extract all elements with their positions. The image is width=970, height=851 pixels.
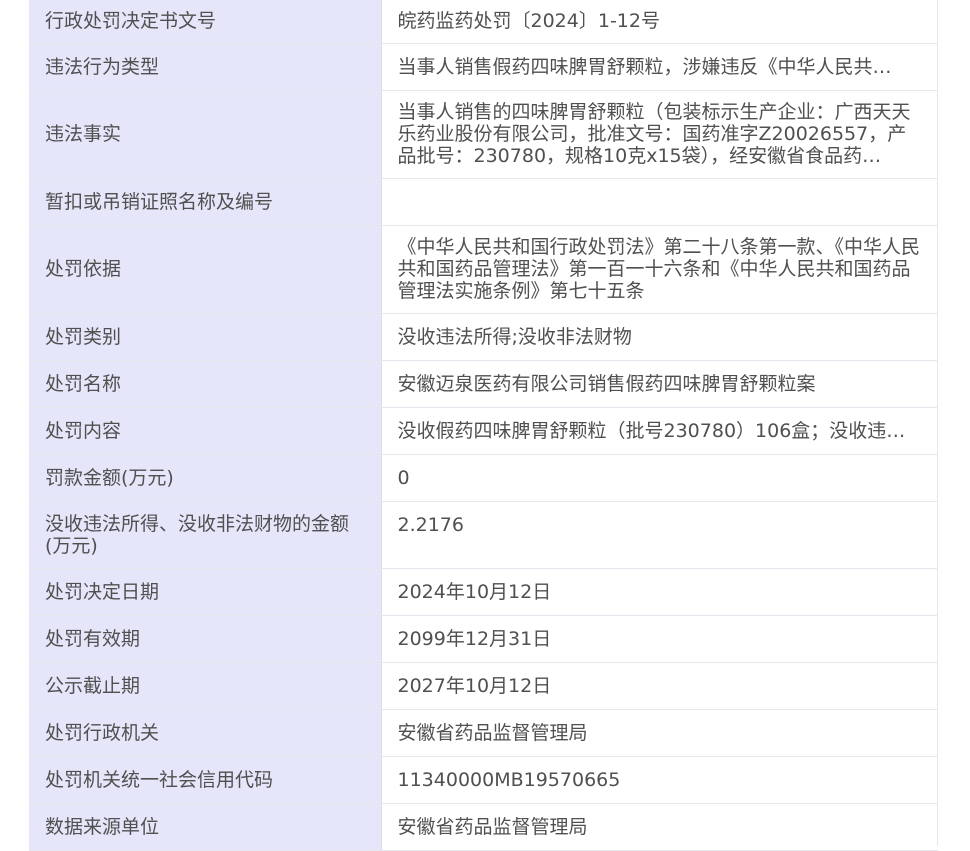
field-label: 罚款金额(万元) — [29, 454, 382, 502]
penalty-detail-table-wrapper: 行政处罚决定书文号 皖药监药处罚〔2024〕1-12号 违法行为类型 当事人销售… — [29, 0, 938, 851]
field-value: 0 — [381, 454, 938, 502]
field-label: 处罚决定日期 — [29, 568, 382, 616]
table-row: 违法行为类型 当事人销售假药四味脾胃舒颗粒，涉嫌违反《中华人民共… — [29, 43, 938, 91]
table-row: 没收违法所得、没收非法财物的金额(万元) 2.2176 — [29, 501, 938, 569]
field-value: 当事人销售假药四味脾胃舒颗粒，涉嫌违反《中华人民共… — [381, 43, 938, 91]
table-row: 数据来源单位 安徽省药品监督管理局 — [29, 803, 938, 851]
field-value: 2024年10月12日 — [381, 568, 938, 616]
table-right-border — [937, 0, 938, 846]
field-label: 行政处罚决定书文号 — [29, 0, 382, 44]
field-value: 安徽省药品监督管理局 — [381, 709, 938, 757]
field-label: 处罚类别 — [29, 313, 382, 361]
field-label: 违法事实 — [29, 90, 382, 179]
field-value: 安徽省药品监督管理局 — [381, 803, 938, 851]
penalty-detail-table: 行政处罚决定书文号 皖药监药处罚〔2024〕1-12号 违法行为类型 当事人销售… — [29, 0, 938, 851]
field-label: 处罚有效期 — [29, 615, 382, 663]
field-label: 处罚机关统一社会信用代码 — [29, 756, 382, 804]
table-row: 公示截止期 2027年10月12日 — [29, 662, 938, 710]
field-value: 没收假药四味脾胃舒颗粒（批号230780）106盒；没收违… — [381, 407, 938, 455]
field-value: 《中华人民共和国行政处罚法》第二十八条第一款、《中华人民共和国药品管理法》第一百… — [381, 225, 938, 314]
field-value: 2099年12月31日 — [381, 615, 938, 663]
table-row: 行政处罚决定书文号 皖药监药处罚〔2024〕1-12号 — [29, 0, 938, 44]
field-value: 皖药监药处罚〔2024〕1-12号 — [381, 0, 938, 44]
table-row: 暂扣或吊销证照名称及编号 — [29, 178, 938, 226]
field-label: 处罚行政机关 — [29, 709, 382, 757]
table-row: 处罚依据 《中华人民共和国行政处罚法》第二十八条第一款、《中华人民共和国药品管理… — [29, 225, 938, 314]
field-value-text: 当事人销售的四味脾胃舒颗粒（包装标示生产企业：广西天天乐药业股份有限公司，批准文… — [397, 101, 911, 167]
field-label: 数据来源单位 — [29, 803, 382, 851]
field-label: 公示截止期 — [29, 662, 382, 710]
field-label: 处罚内容 — [29, 407, 382, 455]
table-row: 罚款金额(万元) 0 — [29, 454, 938, 502]
field-value: 2.2176 — [381, 501, 938, 569]
field-label: 处罚依据 — [29, 225, 382, 314]
field-label: 处罚名称 — [29, 360, 382, 408]
field-label: 暂扣或吊销证照名称及编号 — [29, 178, 382, 226]
table-row: 处罚决定日期 2024年10月12日 — [29, 568, 938, 616]
table-row: 处罚名称 安徽迈泉医药有限公司销售假药四味脾胃舒颗粒案 — [29, 360, 938, 408]
table-row: 处罚行政机关 安徽省药品监督管理局 — [29, 709, 938, 757]
field-value: 当事人销售的四味脾胃舒颗粒（包装标示生产企业：广西天天乐药业股份有限公司，批准文… — [381, 90, 938, 179]
field-label: 没收违法所得、没收非法财物的金额(万元) — [29, 501, 382, 569]
field-value-text: 当事人销售假药四味脾胃舒颗粒，涉嫌违反《中华人民共… — [397, 55, 892, 78]
field-value: 安徽迈泉医药有限公司销售假药四味脾胃舒颗粒案 — [381, 360, 938, 408]
table-row: 处罚内容 没收假药四味脾胃舒颗粒（批号230780）106盒；没收违… — [29, 407, 938, 455]
field-value: 没收违法所得;没收非法财物 — [381, 313, 938, 361]
field-value: 2027年10月12日 — [381, 662, 938, 710]
field-value: 11340000MB19570665 — [381, 756, 938, 804]
table-row: 违法事实 当事人销售的四味脾胃舒颗粒（包装标示生产企业：广西天天乐药业股份有限公… — [29, 90, 938, 179]
field-value-text: 没收假药四味脾胃舒颗粒（批号230780）106盒；没收违… — [397, 419, 906, 442]
field-value-text: 《中华人民共和国行政处罚法》第二十八条第一款、《中华人民共和国药品管理法》第一百… — [397, 236, 921, 302]
table-row: 处罚机关统一社会信用代码 11340000MB19570665 — [29, 756, 938, 804]
field-label: 违法行为类型 — [29, 43, 382, 91]
table-row: 处罚有效期 2099年12月31日 — [29, 615, 938, 663]
table-row: 处罚类别 没收违法所得;没收非法财物 — [29, 313, 938, 361]
field-value — [381, 178, 938, 226]
